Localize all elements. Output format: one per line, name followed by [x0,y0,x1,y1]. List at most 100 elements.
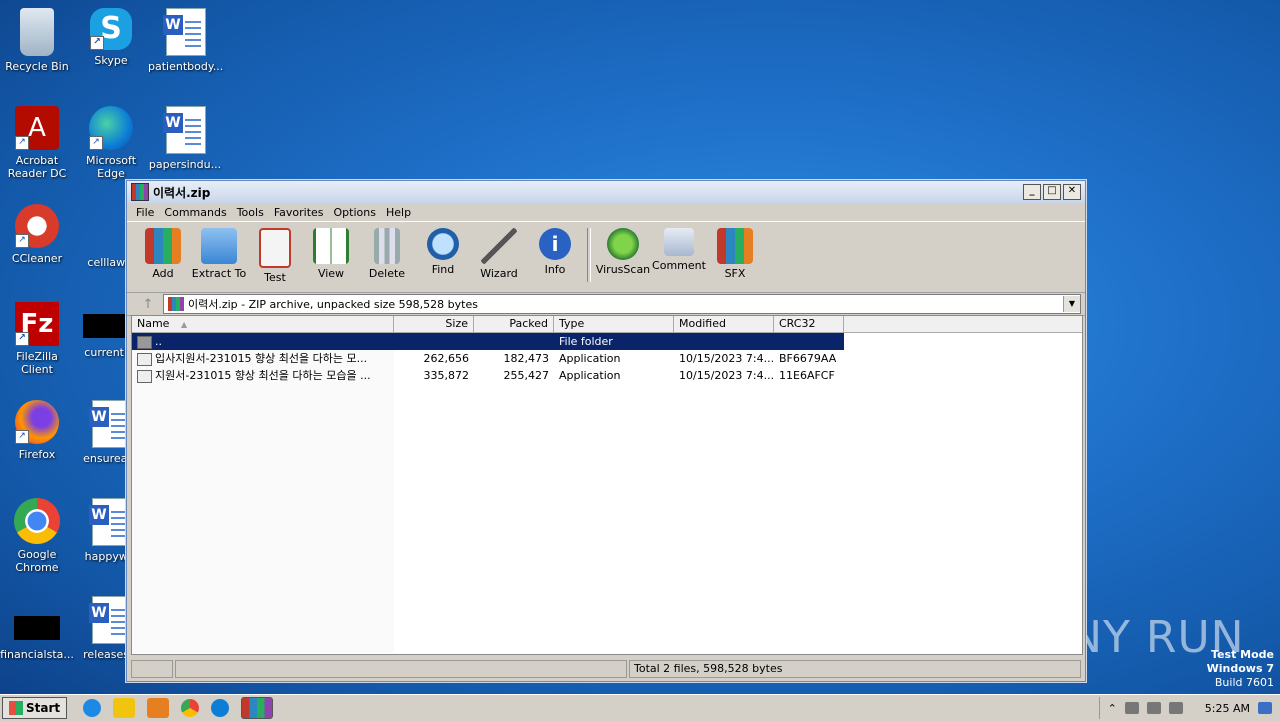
desktop-icon-skype[interactable]: S ↗ Skype [74,8,148,67]
column-crc32[interactable]: CRC32 [774,316,844,332]
address-text: 이력서.zip - ZIP archive, unpacked size 598… [188,298,478,311]
desktop-icon-firefox[interactable]: ↗ Firefox [0,400,74,461]
clock[interactable]: 5:25 AM [1205,702,1250,715]
desktop-icon-patientbody[interactable]: W patientbody... [148,8,223,73]
desktop-icon-financialsta[interactable]: financialsta... [0,596,74,661]
media-player-icon[interactable] [147,698,170,718]
desktop-icon-recycle-bin[interactable]: Recycle Bin [0,8,74,73]
address-field[interactable]: 이력서.zip - ZIP archive, unpacked size 598… [163,294,1081,314]
table-row[interactable]: 입사지원서-231015 향상 최선을 다하는 모... 262,656 182… [132,350,1082,367]
comment-button[interactable]: Comment [651,228,707,272]
application-file-icon [137,369,152,383]
menu-tools[interactable]: Tools [232,206,269,219]
info-icon: i [539,228,571,260]
virus-icon [607,228,639,260]
desktop-icon-papersindu[interactable]: W papersindu... [148,106,222,171]
menu-options[interactable]: Options [329,206,381,219]
tool-label: Add [152,267,174,280]
explorer-folder-icon[interactable] [113,698,136,718]
desktop-icon-ccleaner[interactable]: ↗ CCleaner [0,204,74,265]
chevron-up-icon[interactable]: ⌃ [1108,702,1117,715]
ccleaner-icon: ↗ [15,204,59,248]
flag-icon[interactable] [1168,702,1183,714]
info-button[interactable]: i Info [527,228,583,276]
column-packed[interactable]: Packed [474,316,554,332]
toolbar-separator [587,228,591,282]
find-button[interactable]: Find [415,228,471,276]
menu-file[interactable]: File [131,206,159,219]
table-row[interactable]: .. File folder [132,333,844,350]
winrar-taskbar-icon[interactable] [241,697,274,719]
internet-explorer-icon[interactable] [83,699,102,717]
folder-icon [201,228,237,264]
column-name[interactable]: Name ▲ [132,316,394,332]
test-button[interactable]: Test [247,228,303,284]
chevron-down-icon[interactable]: ▼ [1063,296,1080,312]
start-button[interactable]: Start [2,697,68,719]
cell-crc: BF6679AA [779,352,837,365]
desktop-icon-label: Google Chrome [15,548,59,574]
winrar-app-icon [131,183,149,201]
sfx-button[interactable]: SFX [707,228,763,280]
speaker-icon[interactable] [1124,702,1139,714]
edge-taskbar-icon[interactable] [211,699,230,717]
desktop-icon-label: CCleaner [11,252,63,265]
test-mode-line: Test Mode [1211,648,1274,661]
desktop-icon-edge[interactable]: ↗ Microsoft Edge [74,106,148,180]
close-button[interactable]: ✕ [1063,184,1081,200]
tool-label: Delete [368,267,406,280]
address-bar: ↑ 이력서.zip - ZIP archive, unpacked size 5… [127,293,1085,316]
magnifier-icon [427,228,459,260]
network-icon[interactable] [1146,702,1161,714]
test-mode-line: Windows 7 [1206,662,1274,675]
maximize-button[interactable]: □ [1043,184,1061,200]
tool-label: Comment [652,259,706,272]
column-size[interactable]: Size [394,316,474,332]
up-arrow-icon[interactable]: ↑ [133,297,163,312]
acrobat-icon: A ↗ [15,106,59,150]
desktop-icon-filezilla[interactable]: Fz ↗ FileZilla Client [0,302,74,376]
title-bar[interactable]: 이력서.zip _ □ ✕ [127,181,1085,203]
edge-icon: ↗ [89,106,133,150]
desktop-icon-acrobat[interactable]: A ↗ Acrobat Reader DC [0,106,74,180]
chrome-taskbar-icon[interactable] [181,699,200,717]
archive-icon [168,297,184,311]
menu-help[interactable]: Help [381,206,416,219]
minimize-button[interactable]: _ [1023,184,1041,200]
cell-type: Application [559,352,621,365]
show-desktop-icon[interactable] [1258,702,1272,714]
column-type[interactable]: Type [554,316,674,332]
wizard-button[interactable]: Wizard [471,228,527,280]
cell-packed: 182,473 [503,352,550,365]
delete-button[interactable]: Delete [359,228,415,280]
view-button[interactable]: View [303,228,359,280]
desktop-icon-label: Acrobat Reader DC [7,154,67,180]
comment-icon [664,228,694,256]
desktop-icon-chrome[interactable]: Google Chrome [0,498,74,574]
application-file-icon [137,352,152,366]
desktop-icon-label: papersindu... [148,158,222,171]
add-button[interactable]: Add [135,228,191,280]
virusscan-button[interactable]: VirusScan [595,228,651,276]
cell-name: .. [132,333,394,350]
folder-up-icon [137,335,152,349]
menu-bar: File Commands Tools Favorites Options He… [127,203,1085,221]
menu-commands[interactable]: Commands [159,206,231,219]
shortcut-arrow-icon: ↗ [15,430,29,444]
start-label: Start [26,701,61,715]
desktop-icon-label: FileZilla Client [16,350,58,376]
firefox-icon: ↗ [15,400,59,444]
cell-type: Application [559,369,621,382]
column-modified[interactable]: Modified [674,316,774,332]
table-row[interactable]: 지원서-231015 향상 최선을 다하는 모습을 ... 335,872 25… [132,367,1082,384]
tool-label: SFX [724,267,746,280]
winrar-window: 이력서.zip _ □ ✕ File Commands Tools Favori… [126,180,1086,682]
menu-favorites[interactable]: Favorites [269,206,329,219]
drive-key-icon[interactable] [131,660,173,678]
shortcut-arrow-icon: ↗ [15,136,29,150]
tool-label: Info [544,263,566,276]
cell-crc: 11E6AFCF [779,369,835,382]
desktop-icon-label: Skype [94,54,128,67]
extract-to-button[interactable]: Extract To [191,228,247,280]
desktop-icon-label: Firefox [18,448,56,461]
